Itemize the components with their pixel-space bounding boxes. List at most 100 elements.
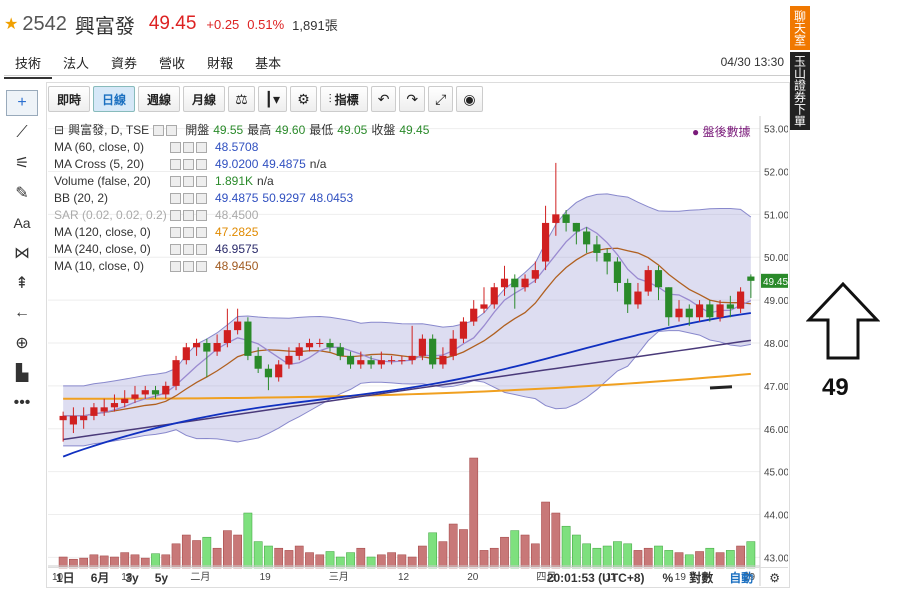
gear-icon[interactable]: ⚙ bbox=[761, 571, 788, 585]
legend-controls[interactable] bbox=[170, 210, 207, 221]
candle-body bbox=[531, 270, 539, 279]
trend-line-icon[interactable]: ⟋ bbox=[6, 120, 38, 146]
settings-icon[interactable]: ⚙ bbox=[290, 86, 317, 112]
intraday-button[interactable]: 即時 bbox=[48, 86, 91, 112]
candle-body bbox=[254, 355, 262, 369]
volume-bar bbox=[479, 550, 489, 569]
candle-body bbox=[726, 304, 734, 309]
candle-body bbox=[346, 355, 355, 365]
tab-financials[interactable]: 財報 bbox=[196, 50, 244, 77]
volume-bar bbox=[192, 540, 201, 569]
crosshair-icon[interactable]: + bbox=[6, 90, 38, 116]
candle-body bbox=[305, 343, 314, 348]
price-change-pct: 0.51% bbox=[247, 16, 285, 32]
price-tick-label: 48.00 bbox=[764, 339, 788, 350]
volume-bar bbox=[530, 543, 540, 569]
candle-body bbox=[654, 270, 663, 288]
volume-bar bbox=[561, 525, 571, 569]
weekly-button[interactable]: 週線 bbox=[138, 86, 181, 112]
log-toggle[interactable]: 對數 bbox=[681, 569, 721, 586]
legend-controls[interactable] bbox=[170, 227, 207, 238]
legend-value: 49.4875 bbox=[262, 157, 306, 171]
percent-toggle[interactable]: % bbox=[655, 571, 682, 585]
fib-tool-icon[interactable]: ⚟ bbox=[6, 150, 38, 176]
legend-controls[interactable] bbox=[170, 261, 207, 272]
candle-body bbox=[583, 231, 591, 245]
volume-bar bbox=[181, 534, 191, 569]
tab-institutional[interactable]: 法人 bbox=[52, 50, 100, 77]
volume-bar bbox=[572, 534, 581, 569]
open-value: 49.55 bbox=[213, 123, 244, 137]
redo-icon[interactable]: ↷ bbox=[399, 86, 426, 112]
candle-body bbox=[121, 398, 129, 404]
range-1d[interactable]: 1日 bbox=[48, 569, 83, 586]
auto-toggle[interactable]: 自動 bbox=[721, 569, 761, 586]
monthly-button[interactable]: 月線 bbox=[183, 86, 226, 112]
volume-bar bbox=[264, 545, 273, 569]
candle-body bbox=[151, 390, 160, 395]
brush-icon[interactable]: ✎ bbox=[6, 180, 38, 206]
volume-bar bbox=[469, 457, 479, 569]
legend-indicator-label: SAR (0.02, 0.02, 0.2) bbox=[54, 208, 167, 222]
price-tick-label: 49.00 bbox=[764, 296, 788, 307]
volume-bar bbox=[643, 547, 653, 569]
last-price-label: 49.45 bbox=[763, 277, 788, 288]
price-tick-label: 44.00 bbox=[764, 511, 788, 522]
legend-value: 50.9297 bbox=[262, 191, 306, 205]
price-tick-label: 43.00 bbox=[764, 553, 788, 564]
tab-technical[interactable]: 技術 bbox=[4, 50, 53, 79]
legend-indicator-label: MA Cross (5, 20) bbox=[54, 157, 145, 171]
trade-volume: 1,891張 bbox=[292, 17, 338, 33]
candle-body bbox=[644, 270, 652, 292]
undo-icon[interactable]: ↶ bbox=[370, 86, 397, 112]
chat-room-button[interactable]: 聊天室 bbox=[790, 6, 810, 50]
tab-margin[interactable]: 資券 bbox=[100, 50, 148, 77]
after-hours-link[interactable]: ● 盤後數據 bbox=[692, 123, 751, 140]
range-5y[interactable]: 5y bbox=[147, 571, 176, 585]
volume-bar bbox=[428, 532, 438, 569]
star-icon[interactable]: ★ bbox=[4, 14, 18, 34]
candle-body bbox=[285, 355, 293, 365]
range-6m[interactable]: 6月 bbox=[83, 569, 118, 586]
candle-body bbox=[203, 343, 211, 352]
measure-tool-icon[interactable]: ⇞ bbox=[6, 270, 38, 296]
legend-value: 1.891K bbox=[215, 174, 254, 188]
legend-indicator-label: MA (240, close, 0) bbox=[54, 242, 151, 256]
candle-body bbox=[131, 394, 139, 399]
tab-revenue[interactable]: 營收 bbox=[148, 50, 196, 77]
legend-indicator-label: MA (10, close, 0) bbox=[54, 259, 145, 273]
legend-controls[interactable] bbox=[170, 159, 207, 170]
camera-icon[interactable]: ◉ bbox=[456, 86, 483, 112]
volume-bar bbox=[223, 530, 232, 569]
indicators-button[interactable]: ⫶ 指標 bbox=[319, 86, 368, 112]
high-value: 49.60 bbox=[275, 123, 306, 137]
legend-controls[interactable] bbox=[170, 142, 207, 153]
legend-controls[interactable] bbox=[170, 193, 207, 204]
legend-controls[interactable] bbox=[170, 176, 207, 187]
fullscreen-icon[interactable]: ⤢ bbox=[428, 86, 454, 112]
tab-basics[interactable]: 基本 bbox=[244, 50, 292, 77]
zoom-icon[interactable]: ⊕ bbox=[6, 330, 38, 356]
stock-header: ★ 2542 興富發 49.45 +0.25 0.51% 1,891張 bbox=[0, 0, 780, 48]
daily-button[interactable]: 日線 bbox=[93, 86, 136, 112]
more-icon[interactable]: ••• bbox=[6, 390, 38, 416]
candle-type-icon[interactable]: ┃▾ bbox=[257, 86, 288, 112]
candle-body bbox=[624, 282, 632, 305]
candle-body bbox=[737, 291, 745, 309]
collapse-icon[interactable]: ⊟ bbox=[54, 122, 64, 139]
candle-body bbox=[562, 214, 570, 223]
candle-body bbox=[388, 360, 396, 362]
legend-symbol: 興富發, D, TSE bbox=[68, 123, 150, 137]
trade-order-button[interactable]: 玉山證券下單 bbox=[790, 52, 810, 130]
candle-body bbox=[695, 304, 704, 318]
text-tool-icon[interactable]: Aa bbox=[6, 210, 38, 236]
legend-controls[interactable] bbox=[170, 244, 207, 255]
arrow-left-icon[interactable]: ← bbox=[6, 300, 38, 326]
legend-controls[interactable] bbox=[153, 125, 178, 136]
pattern-tool-icon[interactable]: ⋈ bbox=[6, 240, 38, 266]
range-3y[interactable]: 3y bbox=[117, 571, 146, 585]
ruler-icon[interactable]: ▙ bbox=[6, 360, 38, 386]
scale-icon[interactable]: ⚖ bbox=[228, 86, 255, 112]
volume-bar bbox=[592, 547, 602, 569]
legend-row: MA (120, close, 0) 47.2825 bbox=[54, 224, 429, 241]
